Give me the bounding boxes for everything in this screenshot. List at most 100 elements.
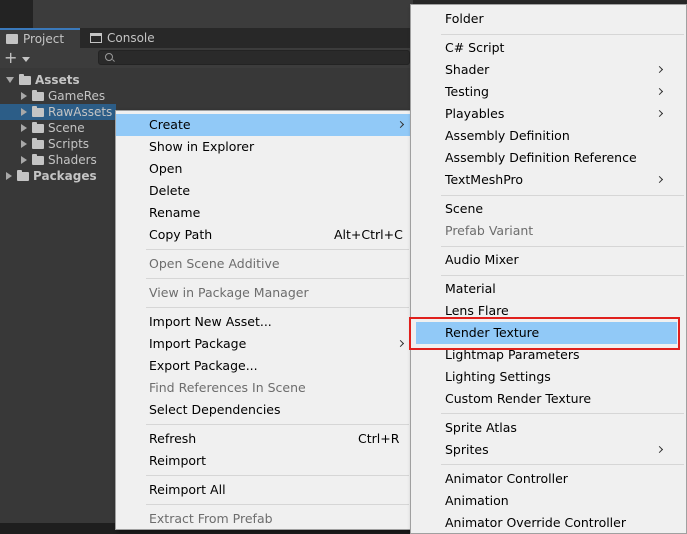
menu-item-label: Shader [445,62,490,77]
submenu-item-animation[interactable]: Animation [411,490,686,512]
menu-item-rename[interactable]: Rename [116,202,411,224]
expand-arrow-icon[interactable] [6,77,14,83]
tree-item-label: RawAssets [48,105,113,119]
menu-item-label: Animator Controller [445,471,568,486]
menu-item-import-new-asset[interactable]: Import New Asset... [116,311,411,333]
menu-item-select-dependencies[interactable]: Select Dependencies [116,399,411,421]
menu-item-label: View in Package Manager [149,285,309,300]
menu-item-label: Refresh [149,431,197,446]
submenu-item-sprites[interactable]: Sprites [411,439,686,461]
tab-project[interactable]: Project [0,28,80,48]
menu-separator [441,275,684,276]
menu-item-label: Create [149,117,191,132]
tree-item-label: Packages [33,169,97,183]
collapse-arrow-icon[interactable] [21,156,27,164]
submenu-item-animator-override-controller[interactable]: Animator Override Controller [411,512,686,534]
menu-item-label: Playables [445,106,505,121]
folder-icon [32,153,44,165]
menu-item-shortcut: Alt+Ctrl+C [334,227,403,242]
tree-item-label: Assets [35,73,80,87]
menu-item-label: Import New Asset... [149,314,272,329]
collapse-arrow-icon[interactable] [21,124,27,132]
menu-item-copy-path[interactable]: Copy Path Alt+Ctrl+C [116,224,411,246]
submenu-item-csharp-script[interactable]: C# Script [411,37,686,59]
tree-item-gameres[interactable]: GameRes [21,88,116,104]
tree-item-label: GameRes [48,89,106,103]
tree-item-assets[interactable]: Assets [6,72,116,88]
menu-item-label: Assembly Definition [445,128,570,143]
menu-item-find-references: Find References In Scene [116,377,411,399]
submenu-item-animator-controller[interactable]: Animator Controller [411,468,686,490]
menu-item-label: Animator Override Controller [445,515,626,530]
collapse-arrow-icon[interactable] [6,172,12,180]
menu-item-view-in-package-manager: View in Package Manager [116,282,411,304]
menu-item-label: Custom Render Texture [445,391,592,406]
menu-item-label: Sprite Atlas [445,420,517,435]
menu-item-label: Lighting Settings [445,369,551,384]
menu-item-label: Testing [445,84,489,99]
chevron-right-icon [396,339,405,348]
menu-separator [146,249,409,250]
submenu-item-folder[interactable]: Folder [411,8,686,30]
submenu-item-custom-render-texture[interactable]: Custom Render Texture [411,388,686,410]
menu-separator [146,475,409,476]
tree-item-label: Scripts [48,137,90,151]
submenu-item-lightmap-parameters[interactable]: Lightmap Parameters [411,344,686,366]
menu-item-label: Lens Flare [445,303,509,318]
scene-view-strip [33,0,413,28]
editor-top-dark-area [0,0,33,28]
submenu-item-render-texture[interactable]: Render Texture [416,322,677,344]
menu-separator [146,278,409,279]
menu-item-export-package[interactable]: Export Package... [116,355,411,377]
menu-item-label: Open Scene Additive [149,256,280,271]
tree-item-scripts[interactable]: Scripts [21,136,116,152]
submenu-item-scene[interactable]: Scene [411,198,686,220]
submenu-item-lens-flare[interactable]: Lens Flare [411,300,686,322]
menu-item-refresh[interactable]: Refresh Ctrl+R [116,428,411,450]
menu-separator [441,464,684,465]
menu-item-create[interactable]: Create [116,114,411,136]
chevron-right-icon [655,109,664,118]
menu-item-reimport[interactable]: Reimport [116,450,411,472]
context-menu: Create Show in Explorer Open Delete Rena… [115,110,412,530]
submenu-item-sprite-atlas[interactable]: Sprite Atlas [411,417,686,439]
menu-item-label: Reimport [149,453,207,468]
tree-item-shaders[interactable]: Shaders [21,152,116,168]
menu-item-shortcut: Ctrl+R [358,431,400,446]
search-input[interactable] [98,50,410,65]
collapse-arrow-icon[interactable] [21,92,27,100]
menu-item-delete[interactable]: Delete [116,180,411,202]
submenu-item-assembly-definition[interactable]: Assembly Definition [411,125,686,147]
submenu-item-audio-mixer[interactable]: Audio Mixer [411,249,686,271]
submenu-item-shader[interactable]: Shader [411,59,686,81]
menu-item-import-package[interactable]: Import Package [116,333,411,355]
search-icon [105,53,113,61]
folder-icon [32,89,44,101]
menu-separator [146,504,409,505]
menu-separator [441,246,684,247]
menu-item-label: Copy Path [149,227,213,242]
chevron-down-icon [22,57,30,62]
menu-item-open-scene-additive: Open Scene Additive [116,253,411,275]
tree-item-scene[interactable]: Scene [21,120,116,136]
add-asset-button[interactable]: + [4,49,34,67]
folder-icon [32,121,44,133]
menu-item-label: Show in Explorer [149,139,255,154]
submenu-item-lighting-settings[interactable]: Lighting Settings [411,366,686,388]
menu-item-reimport-all[interactable]: Reimport All [116,479,411,501]
submenu-item-testing[interactable]: Testing [411,81,686,103]
menu-item-show-in-explorer[interactable]: Show in Explorer [116,136,411,158]
menu-item-open[interactable]: Open [116,158,411,180]
plus-icon: + [4,48,18,67]
tree-item-rawassets[interactable]: RawAssets [0,104,116,120]
menu-item-label: Assembly Definition Reference [445,150,637,165]
tab-console[interactable]: Console [84,28,164,48]
menu-item-label: Find References In Scene [149,380,306,395]
submenu-item-assembly-definition-reference[interactable]: Assembly Definition Reference [411,147,686,169]
submenu-item-textmeshpro[interactable]: TextMeshPro [411,169,686,191]
tree-item-packages[interactable]: Packages [6,168,116,184]
submenu-item-material[interactable]: Material [411,278,686,300]
collapse-arrow-icon[interactable] [21,108,27,116]
collapse-arrow-icon[interactable] [21,140,27,148]
submenu-item-playables[interactable]: Playables [411,103,686,125]
